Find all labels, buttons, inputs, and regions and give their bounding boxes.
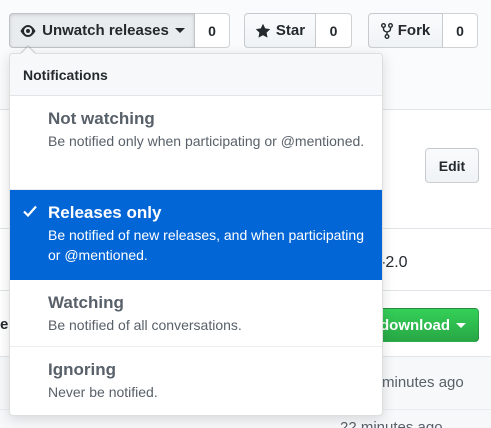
menu-item-description: Be notified only when participating or @… [48, 133, 365, 149]
fork-button-label: Fork [397, 22, 431, 39]
watchers-count[interactable]: 0 [195, 13, 230, 48]
dropdown-header: Notifications [10, 54, 382, 96]
commit-time: minutes ago [382, 374, 464, 391]
stargazers-count[interactable]: 0 [316, 13, 352, 48]
menu-item-description: Be notified of all conversations. [48, 317, 242, 333]
chevron-down-icon [174, 28, 185, 33]
truncated-label: e [0, 316, 9, 333]
repo-forked-icon [380, 22, 393, 39]
star-icon [255, 23, 271, 39]
check-icon [23, 204, 37, 222]
dropdown-caret-inner [21, 47, 35, 54]
edit-button[interactable]: Edit [425, 148, 479, 183]
star-button-label: Star [275, 22, 306, 39]
notifications-dropdown: Notifications Not watching Be notified o… [9, 53, 383, 416]
menu-item-title: Releases only [48, 203, 162, 222]
menu-item-description: Be notified of new releases, and when pa… [48, 227, 364, 263]
menu-item-title: Ignoring [48, 360, 116, 379]
menu-item-description: Never be notified. [48, 384, 158, 400]
chevron-down-icon [456, 322, 466, 328]
menu-item-not-watching[interactable]: Not watching Be notified only when parti… [10, 96, 382, 190]
download-button-label: download [380, 316, 450, 334]
menu-item-ignoring[interactable]: Ignoring Never be notified. [10, 347, 382, 415]
clone-download-button[interactable]: download [374, 308, 479, 342]
watch-button-group: Unwatch releases 0 [9, 13, 230, 48]
star-button[interactable]: Star [244, 13, 316, 48]
fork-button-group: Fork 0 [368, 13, 478, 48]
menu-item-watching[interactable]: Watching Be notified of all conversation… [10, 280, 382, 347]
menu-item-title: Watching [48, 293, 124, 312]
watch-button[interactable]: Unwatch releases [9, 13, 195, 48]
menu-item-title: Not watching [48, 109, 155, 128]
eye-icon [19, 24, 37, 38]
forks-count[interactable]: 0 [443, 13, 478, 48]
menu-item-releases-only[interactable]: Releases only Be notified of new release… [10, 190, 382, 280]
commit-time: 22 minutes ago [340, 419, 443, 428]
watch-button-label: Unwatch releases [42, 22, 169, 39]
star-button-group: Star 0 [244, 13, 352, 48]
license-text: -2.0 [380, 254, 408, 271]
fork-button[interactable]: Fork [368, 13, 443, 48]
